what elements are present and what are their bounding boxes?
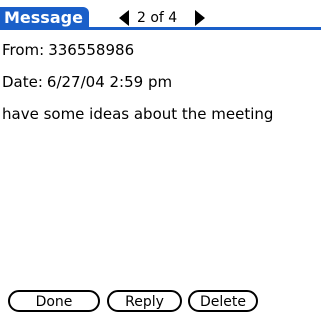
reply-button[interactable]: Reply: [107, 290, 182, 312]
delete-button[interactable]: Delete: [188, 290, 258, 312]
from-row: From: 336558986: [2, 40, 134, 60]
message-body: have some ideas about the meeting: [2, 105, 274, 123]
date-value: 6/27/04 2:59 pm: [46, 73, 173, 91]
from-value: 336558986: [48, 41, 135, 59]
title-bar: Message 2 of 4: [0, 0, 325, 34]
app-title[interactable]: Message: [0, 7, 89, 29]
date-label: Date:: [2, 73, 43, 91]
next-arrow-icon[interactable]: [195, 10, 205, 26]
message-counter: 2 of 4: [137, 10, 178, 26]
previous-arrow-icon[interactable]: [119, 10, 129, 26]
done-button[interactable]: Done: [8, 290, 100, 312]
date-row: Date: 6/27/04 2:59 pm: [2, 72, 172, 92]
from-label: From:: [2, 41, 45, 59]
